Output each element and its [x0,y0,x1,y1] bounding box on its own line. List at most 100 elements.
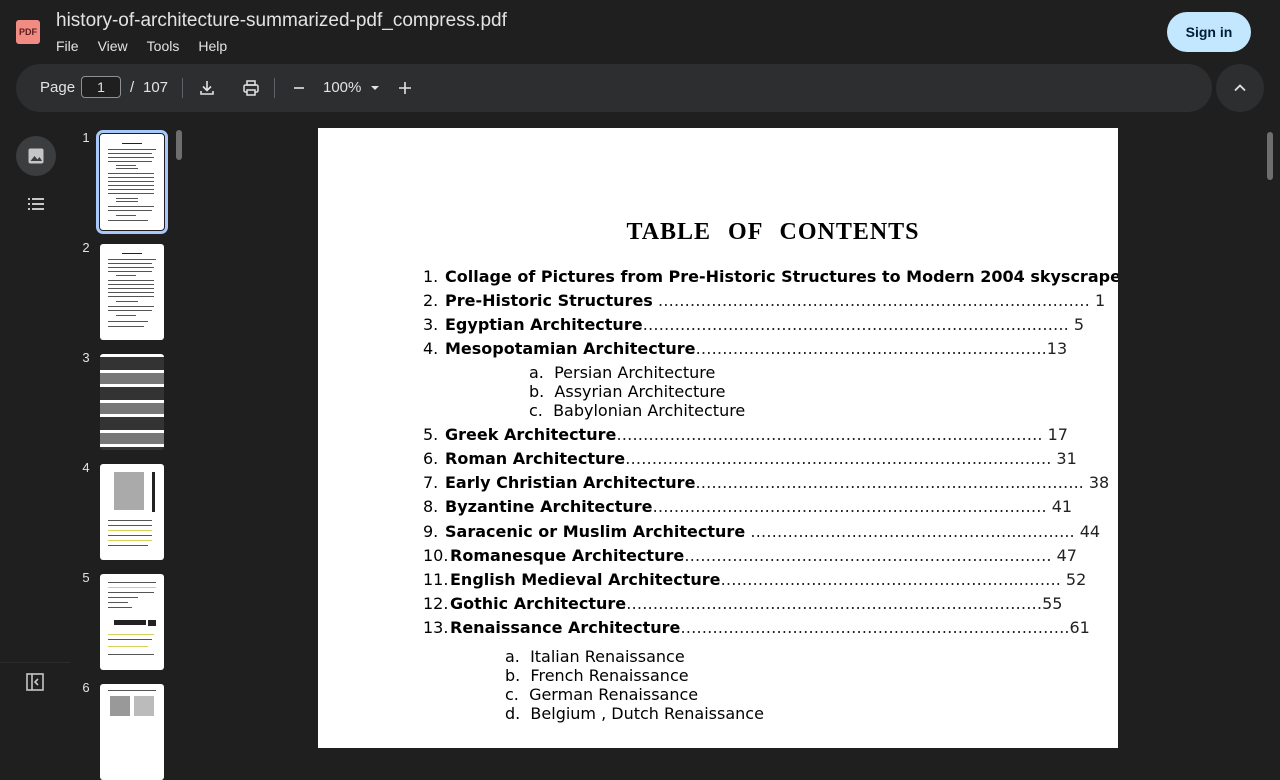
list-icon [28,198,44,210]
toc-leader-dots: ……………………………………………………………….……. [642,315,1069,334]
toc-entry-label: Saracenic or Muslim Architecture [445,522,746,541]
collapse-toolbar-button[interactable] [1216,64,1264,112]
toc-leader-dots: ……………………………………………………..……….. [695,473,1084,492]
toc-subentry-letter: c. [529,401,543,420]
toggle-sidebar-button[interactable] [0,660,70,704]
plus-icon [399,82,411,94]
thumbnail-number: 6 [82,680,90,695]
toc-leader-dots: ………………………………………………………………. [680,618,1070,637]
download-button[interactable] [191,72,223,104]
pdf-toolbar: Page / 107 100% [16,64,1212,112]
thumbnails-view-button[interactable] [16,136,56,176]
menu-bar: File View Tools Help [56,38,246,54]
toc-entry-number: 9. [423,522,439,541]
document-scrollbar[interactable] [1267,132,1273,180]
thumbnail-page-5[interactable] [100,574,164,670]
toc-page-number: 41 [1046,497,1073,516]
toc-leader-dots: ………………………………………………………….…………. [625,449,1052,468]
toc-entry-label: Egyptian Architecture [445,315,643,334]
toc-entry-label: English Medieval Architecture [450,570,721,589]
page-number-input[interactable] [81,76,121,98]
sign-in-button[interactable]: Sign in [1167,12,1251,52]
thumbnail-number: 2 [82,240,90,255]
total-pages: 107 [143,79,169,96]
toc-page-number: 44 [1074,522,1101,541]
thumbnail-number: 4 [82,460,90,475]
toc-leader-dots: ………………………………………………...……. [720,570,1061,589]
toc-subentry-letter: c. [505,685,519,704]
toc-entry-title: Saracenic or Muslim Architecture …………………… [445,522,1100,541]
toc-heading: TABLE OF CONTENTS [626,219,920,245]
toolbar-divider [274,78,275,98]
toc-entry-label: Renaissance Architecture [450,618,681,637]
toc-subentry-text: Italian Renaissance [530,647,685,666]
zoom-level[interactable]: 100% [323,79,361,96]
image-icon [28,148,44,164]
thumbnail-page-6[interactable] [100,684,164,780]
thumbnail-page-4[interactable] [100,464,164,560]
menu-tools[interactable]: Tools [147,38,180,54]
zoom-in-button[interactable] [389,72,421,104]
thumbnail-page-3[interactable] [100,354,164,450]
toc-leader-dots: …………………………………………..……………. [695,339,1047,358]
toc-page-number: 1 [1089,291,1106,310]
thumbnail-number: 5 [82,570,90,585]
pdf-page: TABLE OF CONTENTS 1. Collage of Pictures … [318,128,1118,748]
toc-subentry-text: Babylonian Architecture [553,401,746,420]
toc-page-number: 52 [1060,570,1087,589]
menu-view[interactable]: View [98,38,128,54]
toc-subentry-letter: b. [505,666,521,685]
toc-subentry-text: Assyrian Architecture [554,382,726,401]
toc-entry-number: 7. [423,473,439,492]
toc-subentry-text: French Renaissance [530,666,689,685]
thumbnail-scrollbar[interactable] [176,130,182,160]
thumbnail-page-1[interactable] [96,130,168,234]
toc-entry-label: Mesopotamian Architecture [445,339,696,358]
chevron-up-icon [1234,84,1246,92]
toc-leader-dots: ………………………………………………….…….…. [684,546,1052,565]
toc-leader-dots: …………………………………………………………………… [626,594,1043,613]
toc-page-number: 38 [1083,473,1110,492]
menu-help[interactable]: Help [198,38,227,54]
thumbnail-page-2[interactable] [100,244,164,340]
sidebar-toggle-icon [26,673,44,691]
toc-subentry-text: Belgium , Dutch Renaissance [530,704,764,723]
toc-leader-dots: ……………………………………………………………………… [652,291,1090,310]
toc-entry-title: Egyptian Architecture…………………………………………………… [445,315,1084,334]
toc-entry-label: Early Christian Architecture [445,473,696,492]
page-separator: / [130,79,135,96]
toc-entry-number: 8. [423,497,439,516]
thumbnail-number: 3 [82,350,90,365]
zoom-out-button[interactable] [283,72,315,104]
toc-entry-label: Byzantine Architecture [445,497,653,516]
toc-page-number: 13 [1046,339,1068,358]
toc-entry-label: Greek Architecture [445,425,617,444]
zoom-dropdown[interactable] [359,72,391,104]
toc-entry-label: Gothic Architecture [450,594,627,613]
toc-entry-number: 5. [423,425,439,444]
toc-entry-title: Byzantine Architecture………………………………………………… [445,497,1072,516]
pdf-app-icon: PDF [16,20,40,44]
toc-entry-number: 13. [423,618,449,637]
toc-entry-label: Romanesque Architecture [450,546,685,565]
toc-entry-title: Collage of Pictures from Pre-Historic St… [445,267,1118,286]
toc-page-number: 47 [1051,546,1077,565]
toc-subentry-letter: a. [529,363,544,382]
toc-entry-title: Romanesque Architecture……………………………………………… [450,546,1077,565]
print-button[interactable] [235,72,267,104]
toc-entry-number: 3. [423,315,439,334]
outline-view-button[interactable] [16,184,56,224]
toc-leader-dots: …………………………………………..……….. [745,522,1075,541]
page-label: Page [40,79,76,96]
toc-entry-title: Greek Architecture……………………………………………………….… [445,425,1068,444]
toc-subentry: c. German Renaissance [505,685,698,704]
toc-entry-title: Pre-Historic Structures …………………………………………… [445,291,1105,310]
toc-subentry: a. Italian Renaissance [505,647,685,666]
minus-icon [294,87,304,89]
toc-subentry-letter: b. [529,382,545,401]
toc-entry-label: Roman Architecture [445,449,626,468]
toc-entry-title: Mesopotamian Architecture………………………………………… [445,339,1067,358]
menu-file[interactable]: File [56,38,79,54]
toc-entry-number: 4. [423,339,439,358]
toc-entry-title: English Medieval Architecture……………………………… [450,570,1086,589]
